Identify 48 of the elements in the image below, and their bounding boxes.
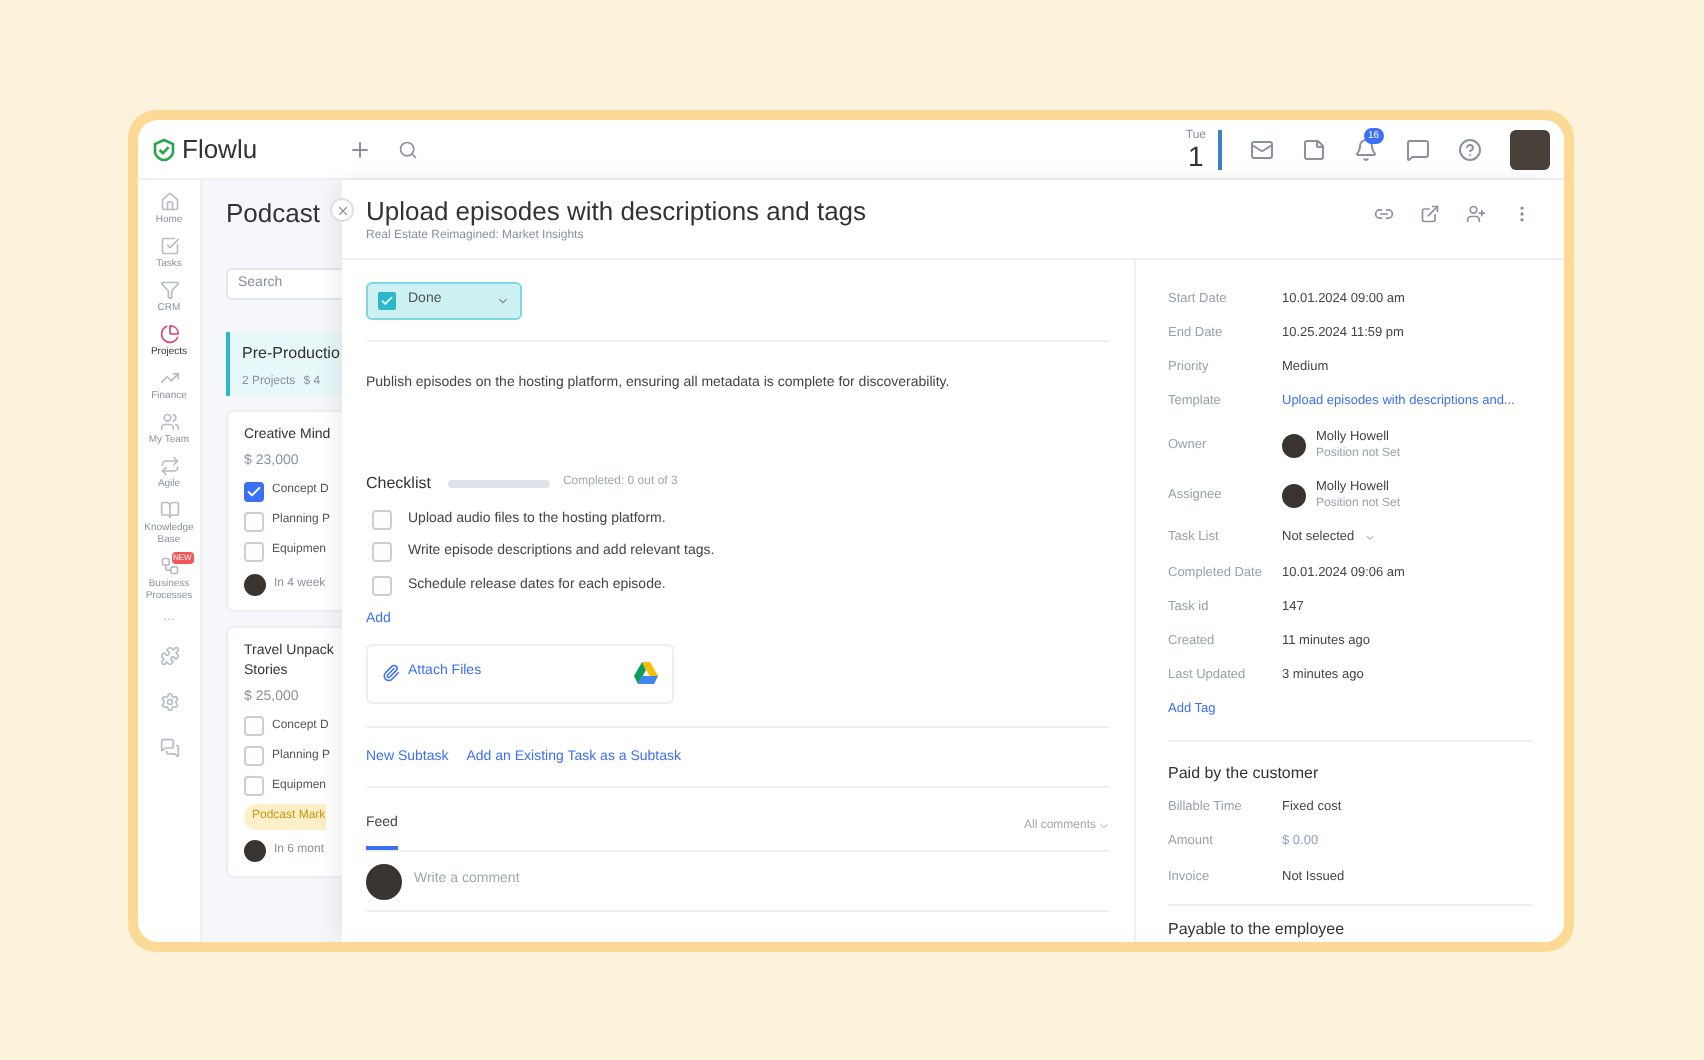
chevron-icon [496, 294, 510, 308]
avatar [1282, 483, 1306, 508]
book-icon [159, 500, 179, 520]
gear-icon[interactable] [159, 692, 179, 712]
avatar [244, 840, 266, 862]
section-title: Payable to the employee [1168, 918, 1347, 942]
date-divider [1218, 129, 1222, 169]
search-icon[interactable] [397, 139, 418, 159]
add-icon[interactable] [347, 137, 372, 161]
avatar [366, 863, 402, 899]
pie-icon [159, 324, 179, 344]
chat-icon[interactable] [1406, 137, 1430, 161]
people-icon [159, 412, 179, 432]
avatar [1282, 433, 1306, 458]
funnel-icon [159, 280, 179, 300]
board-title: Podcast [226, 198, 322, 230]
date-number: 1 [1188, 141, 1204, 169]
logo-icon [152, 137, 176, 161]
progress-track [448, 479, 551, 487]
section-title: Paid by the customer [1168, 762, 1321, 787]
stage-name: Pre-Productio [242, 342, 342, 366]
user-avatar[interactable] [1510, 129, 1550, 169]
chevron-icon [1364, 532, 1377, 545]
puzzle-icon[interactable] [159, 646, 179, 666]
help-icon[interactable] [1458, 137, 1482, 161]
add-user-icon[interactable] [1466, 204, 1486, 224]
check-icon [378, 292, 396, 310]
chevron-icon [1098, 820, 1110, 833]
bell-icon[interactable] [1354, 137, 1378, 161]
mail-icon[interactable] [1250, 137, 1274, 161]
task-title: Upload episodes with descriptions and tags [366, 196, 867, 228]
link-icon[interactable] [1374, 204, 1394, 224]
house-icon [159, 192, 179, 212]
drive-icon[interactable] [634, 662, 658, 684]
chat-bubbles-icon[interactable] [159, 738, 179, 758]
logo-text: Flowlu [182, 131, 258, 168]
close-icon [335, 203, 349, 217]
external-link-icon[interactable] [1420, 204, 1440, 224]
chart-icon [159, 368, 179, 388]
checkbox[interactable] [244, 481, 264, 501]
avatar [244, 573, 266, 595]
loop-icon [159, 456, 179, 476]
paperclip-icon [382, 664, 400, 682]
note-icon[interactable] [1302, 137, 1326, 161]
flow-icon [159, 556, 179, 576]
checklist-title: Checklist [366, 471, 431, 495]
close-button[interactable] [330, 198, 354, 222]
checkbox-icon [159, 236, 179, 256]
